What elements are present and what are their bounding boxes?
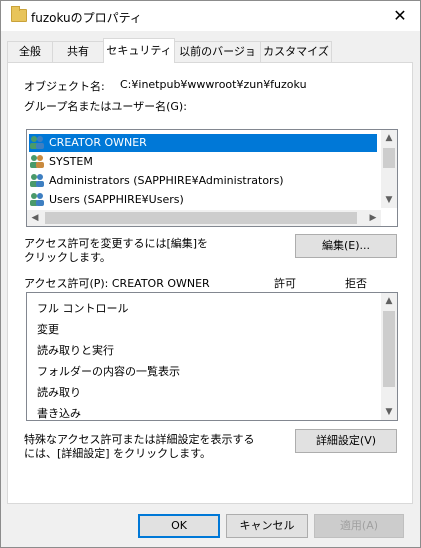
scroll-up-icon[interactable]: ▲ [381,293,397,309]
allow-column-header: 許可 [274,277,296,290]
advanced-button[interactable]: 詳細設定(V) [295,429,397,453]
list-item[interactable]: SYSTEM [29,153,93,171]
list-item: 変更 [37,323,59,336]
security-panel: オブジェクト名: C:¥inetpub¥wwwroot¥zun¥fuzoku グ… [7,62,413,504]
tab-sharing[interactable]: 共有 [52,41,104,62]
list-item: 読み取り [37,386,81,399]
scroll-right-icon[interactable]: ▶ [365,210,381,226]
user-group-icon [30,155,44,168]
folder-icon [11,6,27,22]
object-name-label: オブジェクト名: [24,80,105,93]
title-bar: fuzokuのプロパティ ✕ [1,1,420,31]
permissions-label: アクセス許可(P): CREATOR OWNER [24,277,210,290]
user-group-icon [30,193,44,206]
object-name-value: C:¥inetpub¥wwwroot¥zun¥fuzoku [120,78,307,91]
list-item: 書き込み [37,407,81,419]
ok-button[interactable]: OK [138,514,220,538]
apply-button[interactable]: 適用(A) [314,514,404,538]
list-item: フル コントロール [37,302,129,315]
permissions-list[interactable]: フル コントロール 変更 読み取りと実行 フォルダーの内容の一覧表示 読み取り … [26,292,398,421]
user-group-icon [30,136,44,149]
scroll-up-icon[interactable]: ▲ [381,130,397,146]
scroll-left-icon[interactable]: ◀ [27,210,43,226]
change-permission-note-2: クリックします。 [24,251,111,264]
groups-label: グループ名またはユーザー名(G): [24,100,187,113]
group-user-list[interactable]: CREATOR OWNER SYSTEM Administrators (SAP… [26,129,398,227]
scroll-thumb[interactable] [383,148,395,168]
tab-general[interactable]: 全般 [7,41,53,62]
scroll-down-icon[interactable]: ▼ [381,404,397,420]
list-item[interactable]: CREATOR OWNER [29,134,377,152]
group-list-vertical-scrollbar[interactable]: ▲ ▼ [381,130,397,208]
tab-security[interactable]: セキュリティ [103,38,175,63]
group-list-horizontal-scrollbar[interactable]: ◀ ▶ [27,210,381,226]
cancel-button[interactable]: キャンセル [226,514,308,538]
list-item: フォルダーの内容の一覧表示 [37,365,180,378]
permissions-vertical-scrollbar[interactable]: ▲ ▼ [381,293,397,420]
user-group-icon [30,174,44,187]
edit-button[interactable]: 編集(E)... [295,234,397,258]
list-item: 読み取りと実行 [37,344,114,357]
list-item[interactable]: Administrators (SAPPHIRE¥Administrators) [29,172,284,190]
properties-window: fuzokuのプロパティ ✕ 全般 共有 セキュリティ 以前のバージョン カスタ… [0,0,421,548]
tab-previous-versions[interactable]: 以前のバージョン [174,41,261,78]
tab-customize[interactable]: カスタマイズ [260,41,332,62]
deny-column-header: 拒否 [345,277,367,290]
scroll-down-icon[interactable]: ▼ [381,192,397,208]
list-item[interactable]: Users (SAPPHIRE¥Users) [29,191,184,209]
scroll-thumb[interactable] [45,212,357,224]
scroll-thumb[interactable] [383,311,395,387]
window-title: fuzokuのプロパティ [31,11,142,25]
advanced-note-2: には、[詳細設定] をクリックします。 [24,447,211,460]
close-icon[interactable]: ✕ [386,4,414,28]
